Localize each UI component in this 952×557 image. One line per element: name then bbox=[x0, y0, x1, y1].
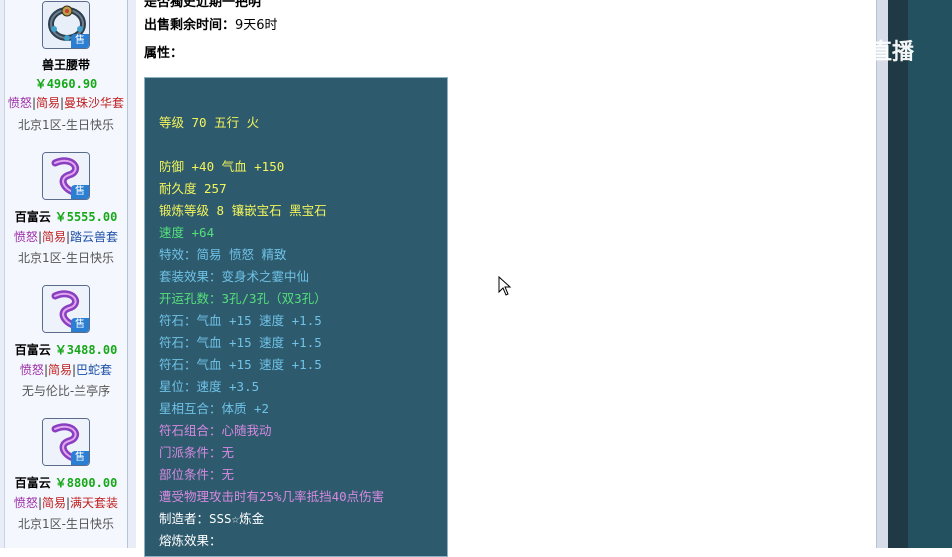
cloud-wand-icon[interactable]: 售 bbox=[42, 152, 90, 200]
watermark: CC直播 bbox=[800, 34, 914, 71]
cloud-wand-icon[interactable]: 售 bbox=[42, 418, 90, 466]
cloud-wand-icon[interactable]: 售 bbox=[42, 285, 90, 333]
item-detail: 是否獨史近期一把明 出售剩余时间：9天6时 属性： 等级 70 五行 火 防御 … bbox=[136, 0, 876, 557]
item-name[interactable]: 百富云 ￥5555.00 bbox=[5, 208, 127, 225]
sale-badge: 售 bbox=[71, 185, 89, 199]
frame-background bbox=[908, 0, 952, 548]
cc-logo-icon bbox=[800, 35, 830, 71]
attr-line: 星相互合：体质 +2 bbox=[159, 401, 270, 416]
attributes-label: 属性： bbox=[144, 46, 184, 61]
sidebar-edge bbox=[127, 0, 128, 548]
attr-line: 部位条件：无 bbox=[159, 467, 235, 482]
item-server: 无与伦比-兰亭序 bbox=[21, 384, 111, 398]
sale-badge: 售 bbox=[71, 34, 89, 48]
sale-time-value: 9天6时 bbox=[235, 18, 278, 33]
attr-line: 防御 +40 气血 +150 bbox=[159, 159, 285, 174]
sale-badge: 售 bbox=[71, 451, 89, 465]
list-item[interactable]: 售 百富云 ￥5555.00 愤怒|简易|踏云兽套 北京1区-生日快乐 bbox=[5, 135, 127, 268]
attr-line: 开运孔数：3孔/3孔（双3孔） bbox=[159, 291, 327, 306]
list-item[interactable]: 售 百富云 ￥8800.00 愤怒|简易|满天套装 北京1区-生日快乐 bbox=[5, 401, 127, 548]
item-sidebar: 售 兽王腰带 ￥4960.90 愤怒|简易|曼珠沙华套 北京1区-生日快乐 售 … bbox=[0, 0, 136, 548]
attr-line: 熔炼效果： bbox=[159, 533, 222, 548]
item-server: 北京1区-生日快乐 bbox=[18, 517, 114, 531]
attr-line: 符石组合：心随我动 bbox=[159, 423, 272, 438]
attr-line: 速度 +64 bbox=[159, 225, 215, 240]
sale-time-label: 出售剩余时间： bbox=[144, 18, 236, 33]
attr-line: 符石：气血 +15 速度 +1.5 bbox=[159, 357, 322, 372]
watermark-text: CC直播 bbox=[837, 40, 914, 65]
item-name[interactable]: 百富云 ￥8800.00 bbox=[5, 474, 127, 491]
list-item[interactable]: 售 百富云 ￥3488.00 愤怒|简易|巴蛇套 无与伦比-兰亭序 bbox=[5, 268, 127, 401]
item-server: 北京1区-生日快乐 bbox=[18, 251, 114, 265]
attr-line: 锻炼等级 8 镶嵌宝石 黑宝石 bbox=[159, 203, 327, 218]
cut-off-line: 是否獨史近期一把明 bbox=[144, 0, 262, 10]
attr-line: 等级 70 五行 火 bbox=[159, 115, 260, 130]
item-tags: 愤怒|简易|巴蛇套 bbox=[19, 363, 113, 377]
item-tags: 愤怒|简易|曼珠沙华套 bbox=[7, 96, 125, 110]
attr-line: 符石：气血 +15 速度 +1.5 bbox=[159, 335, 322, 350]
item-server: 北京1区-生日快乐 bbox=[18, 118, 114, 132]
attr-line: 特效：简易 愤怒 精致 bbox=[159, 247, 287, 262]
frame-border bbox=[888, 0, 908, 548]
attr-line: 门派条件：无 bbox=[159, 445, 235, 460]
attr-line: 套装效果：变身术之霎中仙 bbox=[159, 269, 310, 284]
mouse-cursor-icon bbox=[498, 275, 512, 300]
item-name[interactable]: 百富云 ￥3488.00 bbox=[5, 341, 127, 358]
attr-line: 制造者：SSS☆炼金 bbox=[159, 511, 265, 526]
item-tags: 愤怒|简易|踏云兽套 bbox=[13, 230, 119, 244]
item-name[interactable]: 兽王腰带 bbox=[5, 56, 127, 73]
attr-line: 耐久度 257 bbox=[159, 181, 227, 196]
attr-line: 符石：气血 +15 速度 +1.5 bbox=[159, 313, 322, 328]
sale-time-line: 出售剩余时间：9天6时 bbox=[144, 14, 278, 33]
attr-line: 遭受物理攻击时有25%几率抵挡40点伤害 bbox=[159, 489, 385, 504]
list-item[interactable]: 售 兽王腰带 ￥4960.90 愤怒|简易|曼珠沙华套 北京1区-生日快乐 bbox=[5, 0, 127, 135]
attribute-panel: 等级 70 五行 火 防御 +40 气血 +150 耐久度 257 锻炼等级 8… bbox=[144, 77, 448, 557]
attr-line: 星位：速度 +3.5 bbox=[159, 379, 260, 394]
item-tags: 愤怒|简易|满天套装 bbox=[13, 496, 119, 510]
belt-icon[interactable]: 售 bbox=[42, 1, 90, 49]
sale-badge: 售 bbox=[71, 318, 89, 332]
item-price: ￥4960.90 bbox=[34, 77, 98, 91]
